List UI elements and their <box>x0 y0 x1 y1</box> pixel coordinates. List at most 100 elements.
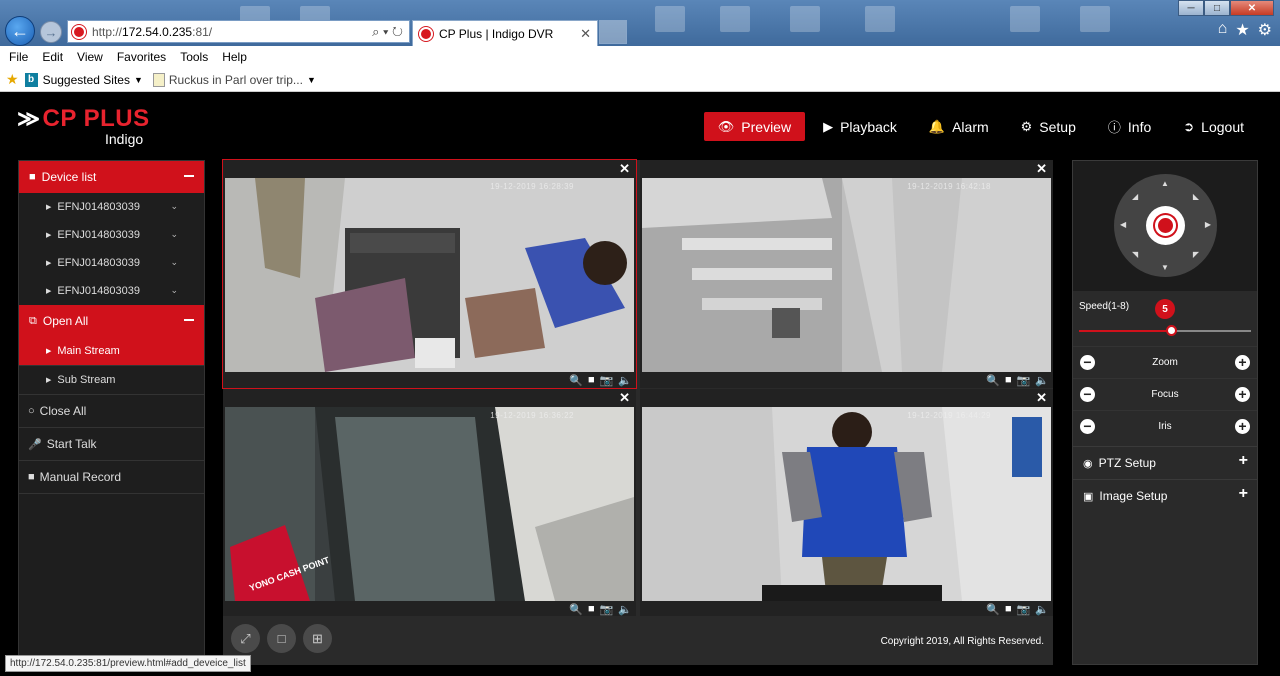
record-icon[interactable]: ■ <box>1005 603 1012 616</box>
arrow-up-right-icon[interactable]: ◣ <box>1193 192 1199 201</box>
video-feed[interactable]: 19-12-2019 16:28:39 <box>225 178 634 372</box>
window-close-button[interactable]: ✕ <box>1230 0 1274 16</box>
record-icon[interactable]: ■ <box>588 603 595 616</box>
camera-tile[interactable]: ✕ 19-12-2019 16:28:39 🔍 ■ 📷 🔈 <box>222 159 637 389</box>
star-icon[interactable]: ★ <box>1235 20 1249 40</box>
device-item[interactable]: ▶ EFNJ014803039 ⌄ <box>19 221 204 249</box>
nav-logout[interactable]: ➲ Logout <box>1167 112 1260 141</box>
single-view-button[interactable]: □ <box>267 624 296 653</box>
ptz-direction-dial[interactable]: ▲ ▼ ◀ ▶ ◢ ◣ ◥ ◤ <box>1114 174 1217 277</box>
video-feed[interactable]: 19-12-2019 16:36:22 YONO CASH POINT <box>225 407 634 601</box>
speed-slider-handle[interactable] <box>1166 325 1177 336</box>
snapshot-icon[interactable]: 📷 <box>600 374 614 387</box>
nav-preview[interactable]: 👁 Preview <box>703 112 806 141</box>
nav-setup[interactable]: ⚙ Setup <box>1005 112 1092 141</box>
zoom-in-button[interactable]: + <box>1235 354 1250 370</box>
camera-tile[interactable]: ✕ 19-12-2019 16:36:22 YONO CASH POINT 🔍 … <box>223 389 636 617</box>
quad-view-button[interactable]: ⊞ <box>303 624 332 653</box>
device-item[interactable]: ▶ EFNJ014803039 ⌄ <box>19 277 204 305</box>
arrow-down-right-icon[interactable]: ◤ <box>1193 250 1199 259</box>
focus-minus-button[interactable]: − <box>1080 386 1095 402</box>
collapse-icon[interactable] <box>184 175 194 177</box>
snapshot-icon[interactable]: 📷 <box>600 603 614 616</box>
chevron-down-icon[interactable]: ⌄ <box>170 257 178 268</box>
arrow-right-icon[interactable]: ▶ <box>1205 220 1211 229</box>
expand-plus-icon[interactable]: + <box>1239 452 1248 470</box>
menu-favorites[interactable]: Favorites <box>117 50 166 64</box>
arrow-down-left-icon[interactable]: ◥ <box>1132 250 1138 259</box>
ptz-center-button[interactable] <box>1146 206 1185 245</box>
audio-icon[interactable]: 🔈 <box>618 603 632 616</box>
zoom-icon[interactable]: 🔍 <box>986 374 1000 387</box>
iris-minus-button[interactable]: − <box>1080 418 1095 434</box>
audio-icon[interactable]: 🔈 <box>1035 374 1049 387</box>
home-icon[interactable]: ⌂ <box>1218 20 1228 40</box>
main-stream-option[interactable]: ▶ Main Stream <box>19 337 204 366</box>
address-tools[interactable]: ⌕ ▾ ↻ <box>372 24 403 40</box>
address-bar[interactable]: http://172.54.0.235:81/ ⌕ ▾ ↻ <box>67 20 410 43</box>
suggested-sites-link[interactable]: b Suggested Sites ▼ <box>24 72 143 87</box>
gear-icon[interactable]: ⚙ <box>1258 20 1272 40</box>
tab-close-button[interactable]: ✕ <box>580 26 591 42</box>
camera-tile[interactable]: ✕ 19-12-2019 16:42:18 🔍 ■ 📷 🔈 <box>640 160 1053 388</box>
record-icon[interactable]: ■ <box>1005 374 1012 387</box>
menu-view[interactable]: View <box>77 50 103 64</box>
arrow-left-icon[interactable]: ◀ <box>1120 220 1126 229</box>
chevron-down-icon[interactable]: ⌄ <box>170 201 178 212</box>
audio-icon[interactable]: 🔈 <box>1035 603 1049 616</box>
sub-stream-option[interactable]: ▶ Sub Stream <box>19 366 204 395</box>
zoom-icon[interactable]: 🔍 <box>569 374 583 387</box>
zoom-icon[interactable]: 🔍 <box>986 603 1000 616</box>
expand-plus-icon[interactable]: + <box>1239 485 1248 503</box>
arrow-down-icon[interactable]: ▼ <box>1161 263 1169 272</box>
zoom-icon[interactable]: 🔍 <box>569 603 583 616</box>
close-all-button[interactable]: ○ Close All <box>19 395 204 428</box>
device-item[interactable]: ▶ EFNJ014803039 ⌄ <box>19 193 204 221</box>
nav-playback[interactable]: ▶ Playback <box>807 112 913 141</box>
ptz-setup-row[interactable]: ◉ PTZ Setup + <box>1073 446 1257 479</box>
new-tab-button[interactable] <box>599 20 627 44</box>
collapse-icon[interactable] <box>184 319 194 321</box>
browser-tab[interactable]: CP Plus | Indigo DVR ✕ <box>412 20 598 46</box>
menu-help[interactable]: Help <box>222 50 247 64</box>
forward-button[interactable]: → <box>40 21 62 43</box>
back-button[interactable]: ← <box>5 16 35 46</box>
camera-tile[interactable]: ✕ 19-12-2019 16:44:29 🔍 ■ 📷 🔈 <box>640 389 1053 617</box>
chevron-down-icon[interactable]: ⌄ <box>170 229 178 240</box>
menu-file[interactable]: File <box>9 50 28 64</box>
iris-plus-button[interactable]: + <box>1235 418 1250 434</box>
favorites-star-icon[interactable]: ★ <box>6 71 19 88</box>
close-icon[interactable]: ✕ <box>1036 161 1047 177</box>
ruckus-link[interactable]: Ruckus in Parl over trip... ▼ <box>152 72 316 87</box>
menu-edit[interactable]: Edit <box>42 50 63 64</box>
device-item[interactable]: ▶ EFNJ014803039 ⌄ <box>19 249 204 277</box>
browser-right-icons: ⌂ ★ ⚙ <box>1218 20 1272 40</box>
maximize-button[interactable]: □ <box>1204 0 1230 16</box>
audio-icon[interactable]: 🔈 <box>618 374 632 387</box>
record-icon[interactable]: ■ <box>588 374 595 387</box>
speed-slider[interactable] <box>1079 325 1251 336</box>
manual-record-button[interactable]: ■ Manual Record <box>19 461 204 494</box>
close-icon[interactable]: ✕ <box>619 161 630 177</box>
chevron-down-icon[interactable]: ⌄ <box>170 285 178 296</box>
fullscreen-button[interactable]: ⤢ <box>231 624 260 653</box>
nav-info[interactable]: ⓘ Info <box>1092 112 1167 141</box>
close-icon[interactable]: ✕ <box>619 390 630 406</box>
minimize-button[interactable]: ─ <box>1178 0 1204 16</box>
address-url[interactable]: http://172.54.0.235:81/ <box>92 25 212 39</box>
focus-plus-button[interactable]: + <box>1235 386 1250 402</box>
image-setup-row[interactable]: ▣ Image Setup + <box>1073 479 1257 512</box>
arrow-up-icon[interactable]: ▲ <box>1161 179 1169 188</box>
nav-alarm[interactable]: 🔔 Alarm <box>913 112 1005 141</box>
arrow-up-left-icon[interactable]: ◢ <box>1132 192 1138 201</box>
snapshot-icon[interactable]: 📷 <box>1017 603 1031 616</box>
video-feed[interactable]: 19-12-2019 16:42:18 <box>642 178 1051 372</box>
snapshot-icon[interactable]: 📷 <box>1017 374 1031 387</box>
video-feed[interactable]: 19-12-2019 16:44:29 <box>642 407 1051 601</box>
start-talk-button[interactable]: 🎤 Start Talk <box>19 428 204 461</box>
zoom-out-button[interactable]: − <box>1080 354 1095 370</box>
close-icon[interactable]: ✕ <box>1036 390 1047 406</box>
open-all-header[interactable]: ⧉ Open All <box>19 305 204 337</box>
menu-tools[interactable]: Tools <box>180 50 208 64</box>
device-list-header[interactable]: ■ Device list <box>19 161 204 193</box>
